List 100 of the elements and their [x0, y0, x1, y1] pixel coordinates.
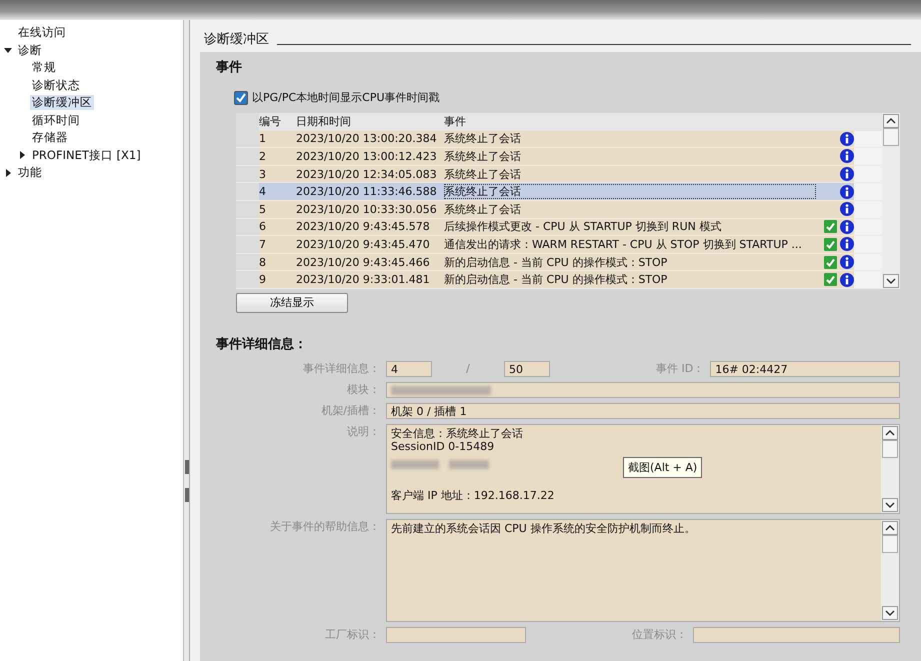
tree-item[interactable]: 在线访问	[16, 25, 68, 40]
separator-text: /	[465, 362, 471, 376]
table-cell-text: 2023/10/20 9:33:01.481	[296, 273, 431, 286]
scroll-down-icon	[882, 606, 898, 620]
checkbox-label: 以PG/PC本地时间显示CPU事件时间戳	[252, 90, 440, 105]
info-icon	[840, 220, 854, 234]
table-cell-text: 8	[259, 256, 267, 269]
table-row[interactable]: 7 2023/10/20 9:43:45.470 通信发出的请求：WARM RESTART - CPU 从 STOP 切换到 STARTUP ...	[236, 236, 882, 254]
tree-item[interactable]: 诊断	[16, 42, 44, 58]
table-cell-text: 系统终止了会话	[444, 166, 522, 182]
tree-item[interactable]: 常规	[30, 60, 58, 76]
table-cell-text: 2023/10/20 9:43:45.470	[296, 238, 431, 251]
scroll-thumb[interactable]	[883, 128, 899, 146]
table-cell-text: 2023/10/20 9:43:45.578	[296, 220, 431, 234]
table-cell-text: 通信发出的请求：WARM RESTART - CPU 从 STOP 切换到 STARTUP ...	[444, 236, 803, 252]
field-label: 事件 ID：	[656, 361, 704, 376]
field-label: 说明：	[346, 424, 380, 439]
table-row[interactable]: 1 2023/10/20 13:00:20.384 系统终止了会话	[236, 130, 882, 148]
row-header	[236, 148, 259, 165]
text-line: 先前建立的系统会话因 CPU 操作系统的安全防护机制而终止。	[390, 520, 696, 537]
tree-item[interactable]: 功能	[16, 165, 44, 180]
column-header: 事件	[444, 114, 467, 130]
table-cell-text: 2023/10/20 10:33:30.056	[296, 202, 438, 216]
table-cell: 系统终止了会话	[444, 184, 816, 200]
info-icon	[840, 255, 854, 270]
freeze-display-button[interactable]: 冻结显示	[236, 292, 348, 313]
table-cell-text: 2023/10/20 13:00:20.384	[296, 132, 438, 146]
scroll-down-icon	[883, 274, 899, 288]
info-icon	[840, 237, 854, 252]
table-row[interactable]: 4 2023/10/20 11:33:46.588 系统终止了会话	[236, 183, 882, 201]
table-cell-text: 3	[259, 168, 267, 181]
row-header	[236, 271, 259, 288]
info-icon	[840, 184, 854, 199]
info-icon	[840, 149, 854, 164]
table-cell-text: 2023/10/20 13:00:12.423	[296, 150, 438, 163]
vertical-scrollbar[interactable]	[881, 424, 899, 513]
field-label: 工厂标识：	[324, 627, 380, 642]
tree-item[interactable]: 循环时间	[30, 112, 82, 128]
info-icon	[840, 167, 854, 182]
row-header	[236, 200, 259, 218]
text-field[interactable]	[386, 626, 526, 643]
table-row[interactable]: 3 2023/10/20 12:34:05.083 系统终止了会话	[236, 166, 882, 184]
table-cell-text: 5	[259, 202, 267, 216]
field-label: 关于事件的帮助信息：	[269, 518, 380, 534]
scroll-up-icon	[883, 114, 899, 128]
row-header	[236, 130, 259, 148]
table-row[interactable]: 5 2023/10/20 10:33:30.056 系统终止了会话	[236, 200, 882, 219]
page-title: 诊断缓冲区	[204, 31, 269, 48]
table-row[interactable]: 6 2023/10/20 9:43:45.578 后续操作模式更改 - CPU 从 STARTUP 切换到 RUN 模式	[236, 218, 882, 236]
tree-item[interactable]: 存储器	[30, 130, 70, 146]
row-header	[236, 254, 259, 270]
field-label: 机架/插槽：	[320, 403, 380, 418]
table-row[interactable]: 9 2023/10/20 9:33:01.481 新的启动信息 - 当前 CPU 的操作模式：STOP	[236, 271, 882, 289]
text-field[interactable]: 16# 02:4427	[710, 360, 900, 377]
table-cell-text: 系统终止了会话	[444, 202, 522, 217]
table-cell-text: 后续操作模式更改 - CPU 从 STARTUP 切换到 RUN 模式	[444, 219, 722, 234]
info-icon	[840, 132, 854, 146]
scroll-thumb[interactable]	[882, 534, 898, 553]
field-label: 位置标识：	[632, 627, 687, 642]
row-header	[236, 183, 259, 200]
scroll-thumb[interactable]	[882, 440, 898, 458]
column-header: 编号	[259, 114, 282, 130]
redacted-text	[449, 460, 489, 469]
tooltip: 截图(Alt + A)	[623, 456, 702, 478]
splitter-handle[interactable]	[185, 460, 189, 474]
field-label: 事件详细信息：	[302, 361, 380, 376]
text-line: SessionID 0-15489	[391, 440, 496, 453]
text-area[interactable]: 先前建立的系统会话因 CPU 操作系统的安全防护机制而终止。	[386, 518, 900, 622]
tree-item[interactable]: PROFINET接口 [X1]	[30, 148, 143, 163]
vertical-scrollbar[interactable]	[882, 113, 900, 289]
splitter-handle[interactable]	[185, 488, 189, 502]
scroll-down-icon	[882, 498, 898, 512]
table-row[interactable]: 2 2023/10/20 13:00:12.423 系统终止了会话	[236, 148, 882, 166]
section-title: 事件详细信息：	[216, 336, 307, 353]
scroll-up-icon	[882, 426, 898, 440]
text-field[interactable]	[386, 382, 900, 398]
text-area[interactable]: 安全信息：系统终止了会话 SessionID 0-15489 客户端 IP 地址：192.168.17.22 截图(Alt + A)	[386, 424, 900, 514]
info-icon	[840, 202, 854, 216]
table-cell-text: 2023/10/20 12:34:05.083	[296, 168, 438, 181]
table-cell-text: 系统终止了会话	[444, 148, 522, 164]
table-cell-text: 系统终止了会话	[444, 131, 522, 146]
checkbox[interactable]	[234, 90, 248, 104]
tree-item[interactable]: 诊断状态	[30, 78, 82, 93]
table-cell-text: 2023/10/20 11:33:46.588	[296, 185, 438, 198]
table-row[interactable]: 8 2023/10/20 9:43:45.466 新的启动信息 - 当前 CPU 的操作模式：STOP	[236, 254, 882, 272]
tree-item[interactable]: 诊断缓冲区	[30, 95, 94, 110]
table-cell-text: 1	[259, 132, 267, 146]
table-cell-text: 6	[259, 220, 267, 234]
row-header	[236, 218, 259, 236]
text-line: 安全信息：系统终止了会话	[391, 426, 524, 440]
field-label: 模块：	[346, 382, 380, 398]
text-field[interactable]: 50	[504, 360, 550, 377]
text-field[interactable]	[693, 626, 900, 643]
table-cell-text: 新的启动信息 - 当前 CPU 的操作模式：STOP	[444, 254, 668, 270]
table-cell-text: 2023/10/20 9:43:45.466	[296, 256, 431, 269]
vertical-scrollbar[interactable]	[881, 520, 899, 621]
text-field[interactable]: 机架 0 / 插槽 1	[386, 402, 900, 419]
table-cell-text: 9	[259, 273, 267, 286]
table-cell-text: 新的启动信息 - 当前 CPU 的操作模式：STOP	[444, 272, 668, 288]
text-field[interactable]: 4	[386, 360, 432, 377]
